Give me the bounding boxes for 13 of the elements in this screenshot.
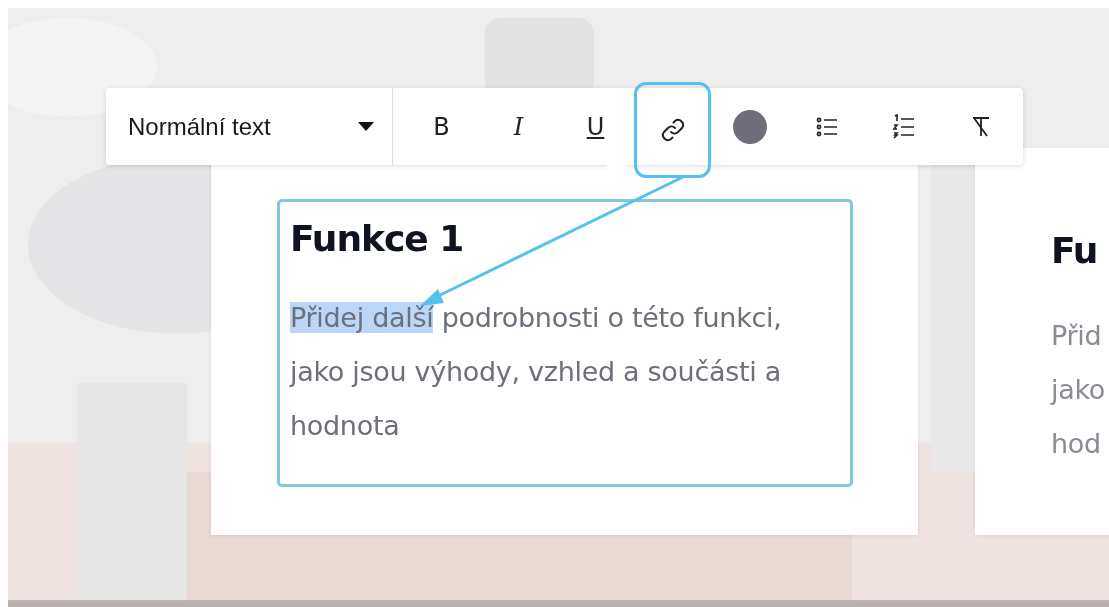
block-style-dropdown[interactable]: Normální text [106, 88, 392, 165]
description-line: hod [1051, 427, 1102, 461]
italic-button[interactable]: I [480, 88, 557, 165]
link-icon [659, 116, 686, 143]
link-button[interactable] [634, 81, 711, 178]
caret-icon [358, 122, 374, 131]
bold-button[interactable]: B [403, 88, 480, 165]
feature-heading: Fu [1051, 230, 1099, 271]
numbered-list-icon [891, 113, 916, 140]
description-line: jako [1051, 373, 1107, 407]
description-line: Přid [1051, 319, 1103, 353]
feature-heading: Funkce 1 [290, 218, 465, 259]
underline-button[interactable]: U [557, 88, 634, 165]
